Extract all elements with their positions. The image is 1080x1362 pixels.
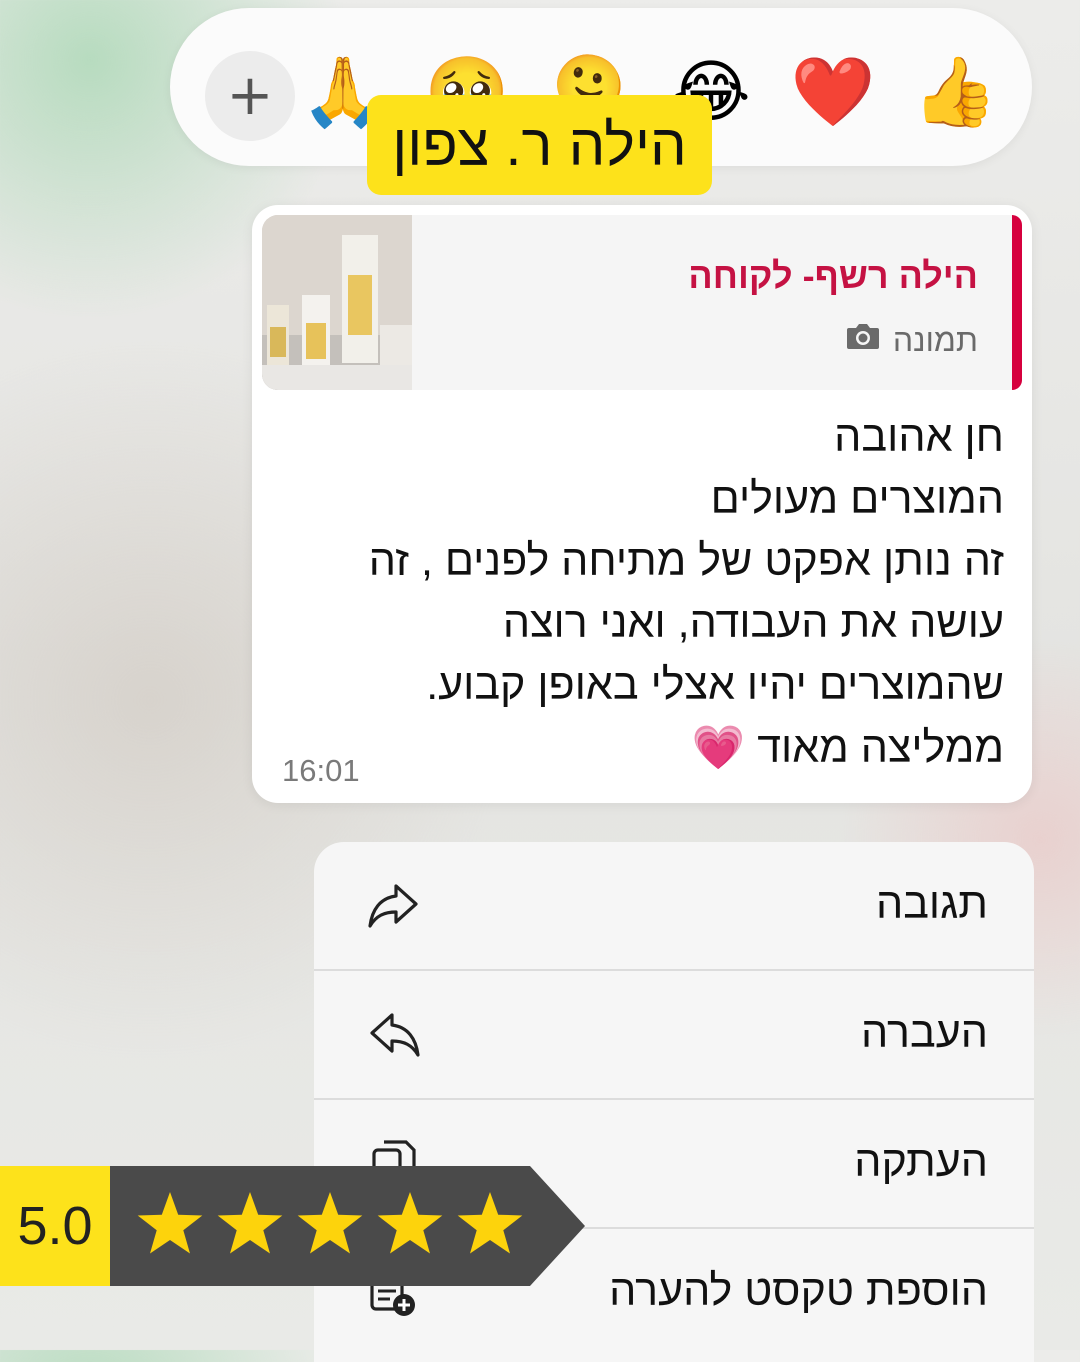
- quote-accent-bar: [1012, 215, 1022, 390]
- customer-name: הילה ר. צפון: [392, 112, 687, 178]
- menu-item-forward[interactable]: העברה: [314, 971, 1034, 1099]
- forward-arrow-icon: [366, 1009, 422, 1061]
- customer-name-tag: הילה ר. צפון: [367, 95, 712, 195]
- message-line: שהמוצרים יהיו אצלי באופן קבוע.: [426, 661, 1004, 709]
- menu-item-reply[interactable]: תגובה: [314, 842, 1034, 970]
- camera-icon: [845, 321, 881, 359]
- menu-label: העברה: [861, 1009, 988, 1057]
- quoted-photo-thumbnail[interactable]: [262, 215, 412, 390]
- rating-stars: [110, 1166, 585, 1286]
- plus-icon: +: [226, 63, 274, 128]
- message-line: חן אהובה: [834, 413, 1004, 461]
- reaction-thumbs-up-icon[interactable]: 👍: [910, 48, 1000, 138]
- rating-banner: 5.0: [0, 1166, 585, 1286]
- message-line: המוצרים מעולים: [710, 475, 1004, 523]
- quoted-type-label: תמונה: [892, 321, 978, 358]
- quoted-message[interactable]: הילה רשף- לקוחה תמונה: [262, 215, 1022, 390]
- reply-arrow-icon: [366, 880, 422, 932]
- quoted-author: הילה רשף- לקוחה: [688, 255, 978, 296]
- message-line: ממליצה מאוד 💗: [691, 724, 1004, 772]
- message-bubble[interactable]: הילה רשף- לקוחה תמונה חן אהובה המוצרים מ…: [252, 205, 1032, 803]
- menu-label: תגובה: [875, 880, 988, 928]
- message-timestamp: 16:01: [282, 753, 360, 788]
- message-line: זה נותן אפקט של מתיחה לפנים , זה: [368, 537, 1004, 585]
- reaction-heart-icon[interactable]: ❤️: [788, 48, 878, 138]
- menu-label: העתקה: [854, 1138, 988, 1186]
- add-reaction-button[interactable]: +: [205, 51, 295, 141]
- quoted-type: תמונה: [845, 321, 978, 359]
- menu-label: הוספת טקסט להערה: [609, 1267, 988, 1315]
- rating-score: 5.0: [0, 1166, 110, 1286]
- message-line: עושה את העבודה, ואני רוצה: [502, 599, 1004, 647]
